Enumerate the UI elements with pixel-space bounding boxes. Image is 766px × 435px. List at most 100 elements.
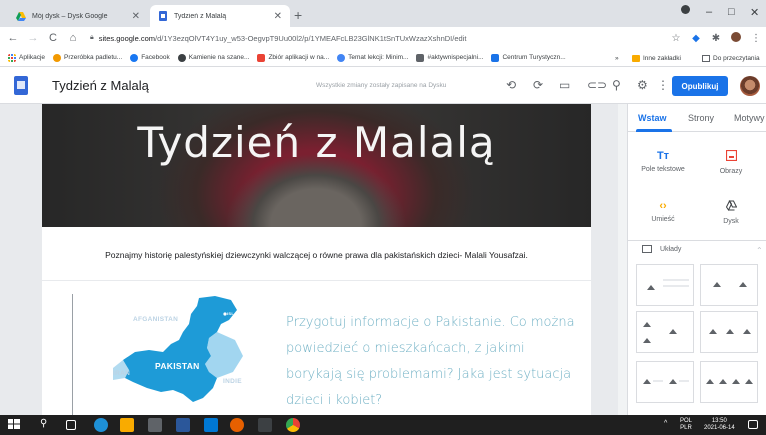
profile-avatar-icon[interactable]	[726, 31, 746, 45]
tab-insert[interactable]: Wstaw	[638, 113, 667, 123]
bookmark-label: Facebook	[141, 54, 170, 61]
new-tab-button[interactable]: +	[294, 7, 302, 23]
other-bookmarks-folder[interactable]: Inne zakładki	[632, 49, 681, 66]
insert-drive-tile[interactable]: Dysk	[700, 194, 762, 238]
firefox-icon[interactable]	[230, 418, 244, 432]
share-person-icon[interactable]: ⚲	[612, 78, 621, 92]
tile-label: Obrazy	[719, 168, 743, 175]
forward-arrow-icon[interactable]: →	[26, 32, 40, 44]
insert-images-tile[interactable]: Obrazy	[700, 144, 762, 188]
section-divider	[42, 280, 591, 281]
reading-list-button[interactable]: Do przeczytania	[702, 49, 760, 66]
reload-icon[interactable]: C	[46, 32, 60, 44]
publish-button[interactable]: Opublikuj	[672, 76, 728, 96]
layout-option[interactable]	[636, 311, 694, 353]
undo-icon[interactable]: ⟲	[506, 78, 516, 92]
bookmark-item[interactable]: Kamienie na szane...	[177, 53, 249, 62]
bookmark-item[interactable]: Temat lekcji: Minim...	[337, 53, 408, 62]
intro-text[interactable]: Poznajmy historię palestyńskiej dziewczy…	[42, 250, 591, 260]
panel-divider	[628, 240, 766, 241]
tile-label: Dysk	[723, 218, 739, 225]
home-icon[interactable]: ⌂	[66, 32, 80, 44]
edge-browser-icon[interactable]	[94, 418, 108, 432]
insert-text-box-tile[interactable]: Tт Pole tekstowe	[632, 144, 694, 188]
globe-icon	[337, 53, 346, 62]
layout-option[interactable]	[700, 361, 758, 403]
preview-icon[interactable]: ▭	[559, 78, 570, 92]
bookmark-apps[interactable]: Aplikacje	[8, 53, 45, 62]
star-icon[interactable]: ☆	[666, 33, 686, 44]
bookmark-label: Zbiór aplikacji w na...	[268, 54, 330, 61]
windows-start-icon[interactable]	[8, 418, 22, 432]
bookmark-site-icon	[491, 53, 500, 62]
back-arrow-icon[interactable]: ←	[6, 32, 20, 44]
tile-label: Pole tekstowe	[641, 166, 685, 173]
url-field[interactable]: 🔒︎ sites.google.com/d/1Y3ezqOlVT4Y1uy_w5…	[90, 29, 666, 47]
file-explorer-icon[interactable]	[120, 418, 134, 432]
tab-pages[interactable]: Strony	[688, 113, 714, 123]
chrome-icon[interactable]	[286, 418, 300, 432]
bookmark-site-icon	[416, 53, 425, 62]
bookmark-item[interactable]: Zbiór aplikacji w na...	[257, 53, 330, 62]
layout-option[interactable]	[700, 311, 758, 353]
more-vert-icon[interactable]: ⋮	[746, 33, 766, 44]
tab-google-drive[interactable]: Mój dysk – Dysk Google ✕	[8, 5, 148, 27]
task-view-icon[interactable]	[66, 420, 76, 430]
store-icon[interactable]	[148, 418, 162, 432]
map-label-islamabad: ISLAMABAD	[227, 311, 254, 316]
hero-title[interactable]: Tydzień z Malalą	[42, 118, 591, 167]
bookmark-item[interactable]: Centrum Turystyczn...	[491, 53, 566, 62]
collapse-chevron-icon[interactable]: ⌃	[756, 246, 763, 255]
bookmark-item[interactable]: Przeróbka padletu...	[53, 53, 122, 62]
close-tab-icon[interactable]: ✕	[132, 11, 140, 22]
insert-panel: Wstaw Strony Motywy Tт Pole tekstowe Obr…	[627, 104, 766, 415]
link-icon[interactable]: ⊂⊃	[587, 78, 607, 92]
save-status: Wszystkie zmiany zostały zapisane na Dys…	[316, 82, 447, 89]
clock[interactable]: 13:50 2021-06-14	[704, 418, 735, 432]
canvas-scrollbar[interactable]	[618, 104, 627, 415]
tab-sites-editor[interactable]: Tydzień z Malalą ✕	[150, 5, 290, 27]
google-sites-logo-icon[interactable]	[14, 76, 28, 95]
url-path: /d/1Y3ezqOlVT4Y1uy_w53-OegvpT9Uu00l2/p/1…	[155, 33, 467, 43]
layout-option[interactable]	[636, 264, 694, 306]
language-sub: PLR	[680, 425, 692, 431]
minimize-button[interactable]: –	[706, 6, 712, 18]
map-image-block[interactable]: AFGANISTAN ISLAMABAD PAKISTAN IRAN INDIE	[72, 294, 254, 415]
profile-icon[interactable]	[680, 4, 691, 18]
bookmark-label: #aktywnispecjalni...	[427, 54, 484, 61]
search-icon[interactable]: ⚲	[40, 418, 54, 432]
app-icon[interactable]	[258, 418, 272, 432]
mail-icon[interactable]	[204, 418, 218, 432]
apps-grid-icon	[8, 53, 16, 62]
reading-list-label: Do przeczytania	[713, 54, 760, 62]
body-paragraph[interactable]: Przygotuj informacje o Pakistanie. Co mo…	[286, 310, 576, 414]
layouts-header[interactable]: Układy	[642, 245, 681, 253]
layout-option[interactable]	[700, 264, 758, 306]
tab-themes[interactable]: Motywy	[734, 113, 765, 123]
bookmark-item[interactable]: #aktywnispecjalni...	[416, 53, 484, 62]
hero-banner[interactable]: Tydzień z Malalą	[42, 104, 591, 227]
puzzle-icon[interactable]: ✱	[706, 33, 726, 44]
account-avatar[interactable]	[740, 76, 760, 96]
redo-icon[interactable]: ⟳	[533, 78, 543, 92]
settings-gear-icon[interactable]: ⚙	[637, 78, 648, 92]
word-icon[interactable]	[176, 418, 190, 432]
google-drive-icon	[16, 12, 26, 21]
more-vert-icon[interactable]: ⋮	[657, 78, 669, 92]
panel-tabs: Wstaw Strony Motywy	[628, 104, 766, 132]
site-title[interactable]: Tydzień z Malalą	[52, 78, 149, 93]
tray-chevron-icon[interactable]: ^	[664, 420, 667, 427]
clock-date: 2021-06-14	[704, 425, 735, 431]
layout-option[interactable]	[636, 361, 694, 403]
language-indicator[interactable]: POL PLR	[680, 418, 692, 432]
tab-title: Tydzień z Malalą	[174, 12, 227, 20]
insert-embed-tile[interactable]: ‹› Umieść	[632, 194, 694, 238]
close-window-button[interactable]: ✕	[750, 6, 759, 19]
notification-icon[interactable]	[748, 420, 758, 429]
extension-icon[interactable]: ◆	[686, 33, 706, 44]
bookmark-item[interactable]: Facebook	[130, 53, 170, 62]
close-tab-icon[interactable]: ✕	[274, 11, 282, 22]
maximize-button[interactable]: □	[728, 6, 735, 18]
text-box-icon: Tт	[656, 150, 670, 162]
bookmarks-more-button[interactable]: »	[615, 49, 619, 66]
